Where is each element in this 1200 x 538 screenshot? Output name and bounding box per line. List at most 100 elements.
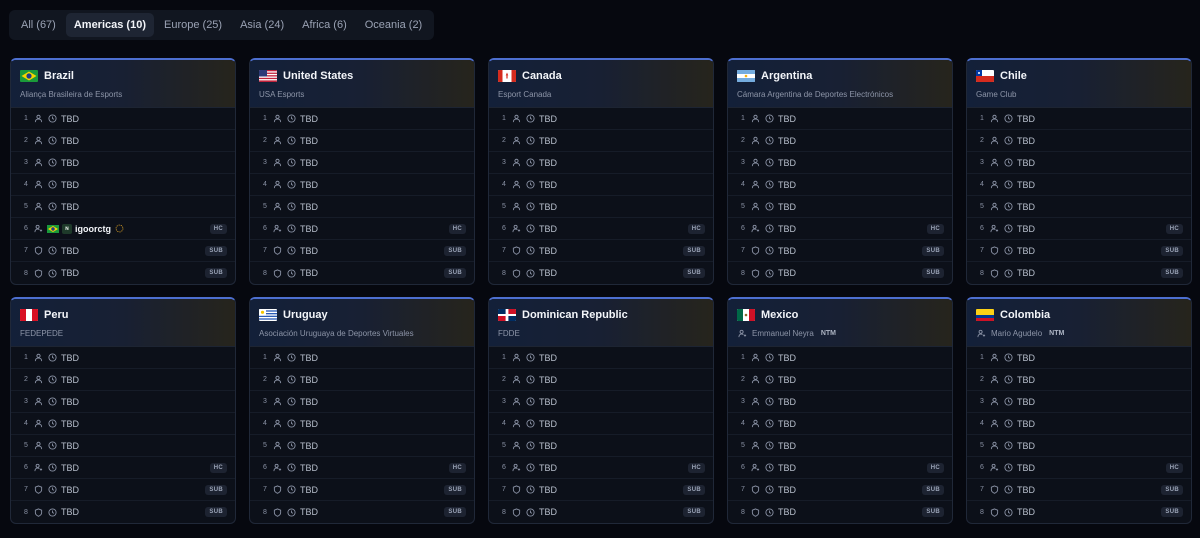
roster-slot[interactable]: 2 TBD [250, 369, 474, 391]
roster-slot[interactable]: 7 TBD SUB [967, 240, 1191, 262]
tab-oceania[interactable]: Oceania (2) [357, 13, 430, 37]
team-card[interactable]: Canada Esport Canada 1 TBD 2 TBD 3 TBD 4 TBD 5 TBD 6… [488, 58, 714, 285]
roster-slot[interactable]: 2 TBD [489, 369, 713, 391]
team-card[interactable]: Brazil Aliança Brasileira de Esports 1 TBD 2… [10, 58, 236, 285]
tab-americas[interactable]: Americas (10) [65, 13, 154, 37]
roster-slot[interactable]: 6 TBD HC [489, 457, 713, 479]
roster-slot[interactable]: 5 TBD [489, 196, 713, 218]
roster-slot[interactable]: 5 TBD [967, 435, 1191, 457]
team-card[interactable]: United States USA Esports 1 TBD 2 TBD 3 TBD 4 TBD… [249, 58, 475, 285]
roster-slot[interactable]: 7 TBD SUB [489, 479, 713, 501]
roster-slot[interactable]: 1 TBD [11, 347, 235, 369]
roster-slot[interactable]: 8 TBD SUB [728, 501, 952, 523]
roster-slot[interactable]: 1 TBD [967, 347, 1191, 369]
roster-slot[interactable]: 3 TBD [250, 152, 474, 174]
roster-slot[interactable]: 6 TBD HC [250, 457, 474, 479]
roster-slot[interactable]: 2 TBD [967, 130, 1191, 152]
roster-slot[interactable]: 3 TBD [489, 152, 713, 174]
roster-slot[interactable]: 8 TBD SUB [250, 501, 474, 523]
roster-slot[interactable]: 8 TBD SUB [728, 262, 952, 284]
roster-slot[interactable]: 7 TBD SUB [728, 479, 952, 501]
roster-slot[interactable]: 7 TBD SUB [489, 240, 713, 262]
roster-slot[interactable]: 5 TBD [728, 435, 952, 457]
roster-slot[interactable]: 5 TBD [250, 196, 474, 218]
roster-slot[interactable]: 6 TBD HC [728, 457, 952, 479]
roster-slot[interactable]: 8 TBD SUB [489, 262, 713, 284]
roster-slot[interactable]: 6 TBD HC [489, 218, 713, 240]
team-card[interactable]: Uruguay Asociación Uruguaya de Deportes V… [249, 297, 475, 524]
roster-slot[interactable]: 8 TBD SUB [250, 262, 474, 284]
team-card[interactable]: Mexico Emmanuel Neyra NTM 1 TBD 2 TBD 3 TBD 4 TBD 5… [727, 297, 953, 524]
roster-slot[interactable]: 7 TBD SUB [11, 240, 235, 262]
roster-slot[interactable]: 8 TBD SUB [967, 262, 1191, 284]
roster-slot[interactable]: 4 TBD [967, 413, 1191, 435]
roster-slot[interactable]: 7 TBD SUB [967, 479, 1191, 501]
roster-slot[interactable]: 2 TBD [967, 369, 1191, 391]
roster-slot[interactable]: 4 TBD [250, 413, 474, 435]
roster-slot[interactable]: 4 TBD [250, 174, 474, 196]
roster-slot[interactable]: 3 TBD [728, 391, 952, 413]
roster-slot[interactable]: 1 TBD [728, 347, 952, 369]
roster-slot[interactable]: 2 TBD [11, 369, 235, 391]
user-icon [272, 157, 283, 168]
roster-slot[interactable]: 5 TBD [11, 435, 235, 457]
tab-all[interactable]: All (67) [13, 13, 64, 37]
roster-slot[interactable]: 8 TBD SUB [489, 501, 713, 523]
roster-slot[interactable]: 1 TBD [489, 108, 713, 130]
roster-slot[interactable]: 7 TBD SUB [250, 479, 474, 501]
roster-slot[interactable]: 6 TBD HC [250, 218, 474, 240]
tab-asia[interactable]: Asia (24) [232, 13, 292, 37]
roster-slot[interactable]: 4 TBD [728, 413, 952, 435]
roster-slot[interactable]: 5 TBD [11, 196, 235, 218]
roster-slot[interactable]: 3 TBD [11, 152, 235, 174]
player-name[interactable]: igoorctg [75, 224, 111, 234]
roster-slot[interactable]: 8 TBD SUB [11, 501, 235, 523]
roster-slot[interactable]: 5 TBD [728, 196, 952, 218]
roster-slot[interactable]: 1 TBD [967, 108, 1191, 130]
team-subtitle-row: USA Esports [259, 88, 465, 100]
roster-slot[interactable]: 7 TBD SUB [11, 479, 235, 501]
user-icon [272, 418, 283, 429]
team-card[interactable]: Peru FEDEPEDE 1 TBD 2 TBD 3 TBD 4 TBD 5 TBD 6 TBD HC 7 T… [10, 297, 236, 524]
roster-slot[interactable]: 4 TBD [11, 174, 235, 196]
roster-slot[interactable]: 4 TBD [967, 174, 1191, 196]
team-card[interactable]: Chile Game Club 1 TBD 2 TBD 3 TBD 4 TBD 5 TBD 6 TBD HC… [966, 58, 1192, 285]
roster-slot[interactable]: 3 TBD [11, 391, 235, 413]
roster-slot[interactable]: 6 ɴ igoorctg HC [11, 218, 235, 240]
roster-slot[interactable]: 7 TBD SUB [728, 240, 952, 262]
roster-slot[interactable]: 2 TBD [250, 130, 474, 152]
roster-slot[interactable]: 5 TBD [250, 435, 474, 457]
roster-slot[interactable]: 2 TBD [728, 130, 952, 152]
team-card[interactable]: Colombia Mario Agudelo NTM 1 TBD 2 TBD 3 TBD 4 TBD… [966, 297, 1192, 524]
roster-slot[interactable]: 4 TBD [11, 413, 235, 435]
roster-slot[interactable]: 1 TBD [250, 108, 474, 130]
roster-slot[interactable]: 1 TBD [11, 108, 235, 130]
roster-slot[interactable]: 2 TBD [489, 130, 713, 152]
tab-africa[interactable]: Africa (6) [294, 13, 355, 37]
roster-slot[interactable]: 2 TBD [728, 369, 952, 391]
roster-slot[interactable]: 4 TBD [489, 174, 713, 196]
roster-slot[interactable]: 6 TBD HC [967, 218, 1191, 240]
roster-slot[interactable]: 3 TBD [489, 391, 713, 413]
roster-slot[interactable]: 4 TBD [728, 174, 952, 196]
roster-slot[interactable]: 1 TBD [489, 347, 713, 369]
roster-slot[interactable]: 4 TBD [489, 413, 713, 435]
roster-slot[interactable]: 1 TBD [250, 347, 474, 369]
roster-slot[interactable]: 3 TBD [967, 391, 1191, 413]
tab-europe[interactable]: Europe (25) [156, 13, 230, 37]
roster-slot[interactable]: 3 TBD [728, 152, 952, 174]
roster-slot[interactable]: 6 TBD HC [967, 457, 1191, 479]
roster-slot[interactable]: 1 TBD [728, 108, 952, 130]
roster-slot[interactable]: 5 TBD [489, 435, 713, 457]
roster-slot[interactable]: 6 TBD HC [728, 218, 952, 240]
roster-slot[interactable]: 8 TBD SUB [967, 501, 1191, 523]
roster-slot[interactable]: 8 TBD SUB [11, 262, 235, 284]
team-card[interactable]: Dominican Republic FDDE 1 TBD 2 TBD 3 TBD 4 TBD 5 T… [488, 297, 714, 524]
roster-slot[interactable]: 2 TBD [11, 130, 235, 152]
roster-slot[interactable]: 6 TBD HC [11, 457, 235, 479]
roster-slot[interactable]: 3 TBD [250, 391, 474, 413]
roster-slot[interactable]: 3 TBD [967, 152, 1191, 174]
roster-slot[interactable]: 7 TBD SUB [250, 240, 474, 262]
roster-slot[interactable]: 5 TBD [967, 196, 1191, 218]
team-card[interactable]: Argentina Cámara Argentina de Deportes El… [727, 58, 953, 285]
